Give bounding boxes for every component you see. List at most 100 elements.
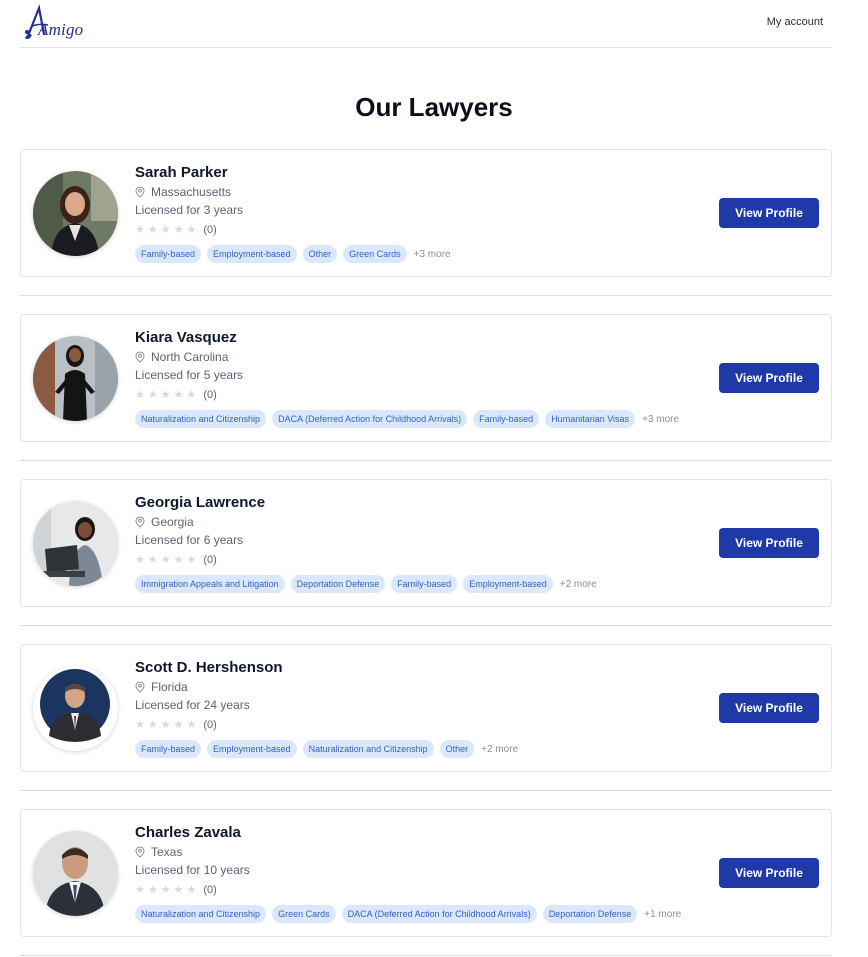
star-icon: ★	[173, 883, 184, 896]
site-header: Amigo My account	[20, 0, 832, 48]
view-profile-button[interactable]: View Profile	[719, 198, 819, 228]
practice-tag: Green Cards	[343, 245, 407, 263]
lawyer-avatar	[33, 501, 118, 586]
practice-tag: Family-based	[473, 410, 540, 428]
practice-tag: Naturalization and Citizenship	[135, 410, 267, 428]
star-rating: ★ ★ ★ ★ ★ (0)	[135, 884, 217, 896]
location-pin-icon	[135, 681, 145, 693]
practice-tag: Deportation Defense	[290, 575, 386, 593]
star-icon: ★	[173, 553, 184, 566]
star-icon: ★	[186, 718, 197, 731]
star-icon: ★	[160, 223, 171, 236]
practice-tag: Family-based	[391, 575, 458, 593]
lawyer-name: Sarah Parker	[135, 164, 228, 181]
view-profile-button[interactable]: View Profile	[719, 693, 819, 723]
star-icon: ★	[186, 223, 197, 236]
lawyer-location: North Carolina	[135, 350, 228, 364]
rating-count: (0)	[203, 554, 217, 566]
star-rating: ★ ★ ★ ★ ★ (0)	[135, 554, 217, 566]
rating-count: (0)	[203, 389, 217, 401]
practice-tag: Naturalization and Citizenship	[135, 905, 267, 923]
more-tags-count: +3 more	[642, 413, 680, 425]
card-divider	[20, 790, 832, 791]
star-rating: ★ ★ ★ ★ ★ (0)	[135, 719, 217, 731]
lawyer-card: Charles Zavala Texas Licensed for 10 yea…	[20, 809, 832, 937]
location-pin-icon	[135, 351, 145, 363]
licensed-duration: Licensed for 5 years	[135, 368, 244, 382]
practice-tags: Naturalization and Citizenship DACA (Def…	[135, 410, 679, 428]
lawyer-location: Massachusetts	[135, 185, 231, 199]
star-icon: ★	[173, 718, 184, 731]
page-title: Our Lawyers	[355, 92, 513, 122]
practice-tag: Other	[439, 740, 475, 758]
practice-tag: Green Cards	[272, 905, 336, 923]
practice-tag: DACA (Deferred Action for Childhood Arri…	[341, 905, 537, 923]
more-tags-count: +2 more	[481, 743, 519, 755]
star-icon: ★	[147, 223, 158, 236]
star-icon: ★	[186, 553, 197, 566]
star-icon: ★	[147, 718, 158, 731]
practice-tag: DACA (Deferred Action for Childhood Arri…	[272, 410, 468, 428]
star-icon: ★	[186, 883, 197, 896]
amigo-logo[interactable]: Amigo	[22, 4, 92, 44]
practice-tag: Employment-based	[463, 575, 553, 593]
star-icon: ★	[135, 883, 145, 896]
lawyer-card: Kiara Vasquez North Carolina Licensed fo…	[20, 314, 832, 442]
practice-tag: Other	[302, 245, 338, 263]
star-rating: ★ ★ ★ ★ ★ (0)	[135, 224, 217, 236]
lawyer-name: Georgia Lawrence	[135, 494, 266, 511]
view-profile-button[interactable]: View Profile	[719, 363, 819, 393]
lawyer-card: Sarah Parker Massachusetts Licensed for …	[20, 149, 832, 277]
star-icon: ★	[160, 553, 171, 566]
location-text: North Carolina	[151, 350, 229, 364]
lawyer-avatar	[33, 171, 118, 256]
star-icon: ★	[135, 388, 145, 401]
location-text: Florida	[151, 680, 188, 694]
practice-tags: Immigration Appeals and Litigation Depor…	[135, 575, 597, 593]
view-profile-button[interactable]: View Profile	[719, 528, 819, 558]
star-icon: ★	[147, 553, 158, 566]
lawyer-location: Texas	[135, 845, 182, 859]
practice-tag: Family-based	[135, 740, 202, 758]
practice-tags: Naturalization and Citizenship Green Car…	[135, 905, 681, 923]
practice-tag: Employment-based	[207, 245, 297, 263]
practice-tag: Naturalization and Citizenship	[302, 740, 434, 758]
star-icon: ★	[173, 388, 184, 401]
card-divider	[20, 295, 832, 296]
star-icon: ★	[160, 388, 171, 401]
star-rating: ★ ★ ★ ★ ★ (0)	[135, 389, 217, 401]
lawyer-avatar	[33, 666, 118, 751]
card-divider	[20, 460, 832, 461]
star-icon: ★	[160, 883, 171, 896]
location-pin-icon	[135, 516, 145, 528]
rating-count: (0)	[203, 719, 217, 731]
star-icon: ★	[173, 223, 184, 236]
location-pin-icon	[135, 186, 145, 198]
location-pin-icon	[135, 846, 145, 858]
my-account-link[interactable]: My account	[767, 16, 823, 28]
licensed-duration: Licensed for 3 years	[135, 203, 244, 217]
rating-count: (0)	[203, 884, 217, 896]
lawyer-avatar	[33, 336, 118, 421]
star-icon: ★	[160, 718, 171, 731]
star-icon: ★	[186, 388, 197, 401]
lawyer-location: Georgia	[135, 515, 194, 529]
practice-tag: Immigration Appeals and Litigation	[135, 575, 285, 593]
view-profile-button[interactable]: View Profile	[719, 858, 819, 888]
practice-tags: Family-based Employment-based Other Gree…	[135, 245, 451, 263]
licensed-duration: Licensed for 6 years	[135, 533, 244, 547]
logo-wordmark: Amigo	[38, 20, 84, 39]
star-icon: ★	[135, 553, 145, 566]
star-icon: ★	[147, 388, 158, 401]
lawyer-name: Kiara Vasquez	[135, 329, 237, 346]
location-text: Massachusetts	[151, 185, 232, 199]
lawyer-avatar	[33, 831, 118, 916]
practice-tag: Deportation Defense	[542, 905, 638, 923]
practice-tag: Humanitarian Visas	[545, 410, 636, 428]
more-tags-count: +1 more	[644, 908, 682, 920]
more-tags-count: +2 more	[559, 578, 597, 590]
location-text: Texas	[151, 845, 183, 859]
lawyer-card: Scott D. Hershenson Florida Licensed for…	[20, 644, 832, 772]
lawyer-card: Georgia Lawrence Georgia Licensed for 6 …	[20, 479, 832, 607]
more-tags-count: +3 more	[413, 248, 451, 260]
